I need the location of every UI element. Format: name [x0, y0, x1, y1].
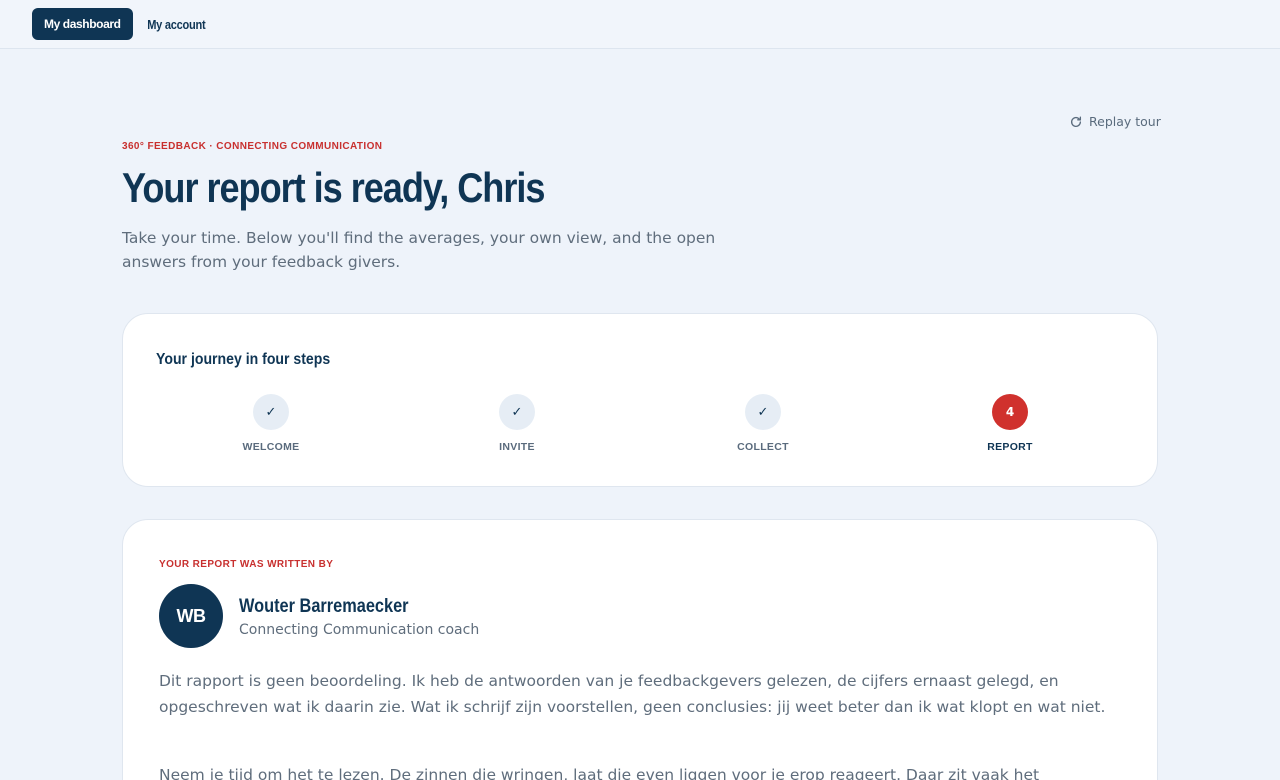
step-report: 4 REPORT — [950, 394, 1070, 453]
step-invite: ✓ INVITE — [457, 394, 577, 453]
refresh-icon — [1070, 116, 1082, 127]
replay-tour-label: Replay tour — [1089, 114, 1161, 129]
replay-tour-button[interactable]: Replay tour — [1069, 114, 1161, 129]
check-icon: ✓ — [745, 394, 781, 430]
top-navigation: My dashboard My account — [0, 0, 1280, 49]
step-collect: ✓ COLLECT — [703, 394, 823, 453]
nav-my-account[interactable]: My account — [137, 8, 216, 40]
author-eyebrow: YOUR REPORT WAS WRITTEN BY — [159, 559, 334, 570]
page-eyebrow: 360° FEEDBACK · CONNECTING COMMUNICATION — [122, 141, 383, 152]
step-label: INVITE — [499, 441, 535, 453]
step-number-badge: 4 — [992, 394, 1028, 430]
nav-my-dashboard[interactable]: My dashboard — [32, 8, 133, 40]
author-card: YOUR REPORT WAS WRITTEN BY WB Wouter Bar… — [122, 519, 1158, 780]
check-icon: ✓ — [253, 394, 289, 430]
step-label: REPORT — [987, 441, 1033, 453]
page-title: Your report is ready, Chris — [122, 164, 545, 211]
step-label: WELCOME — [242, 441, 300, 453]
author-role: Connecting Communication coach — [239, 622, 480, 638]
page-intro: Take your time. Below you'll find the av… — [122, 229, 716, 271]
journey-card: Your journey in four steps ✓ WELCOME ✓ I… — [122, 313, 1158, 487]
author-message-paragraph: Neem je tijd om het te lezen. De zinnen … — [159, 766, 1040, 780]
step-label: COLLECT — [737, 441, 789, 453]
avatar: WB — [159, 584, 223, 648]
author-message-paragraph: Dit rapport is geen beoordeling. Ik heb … — [159, 672, 1106, 716]
check-icon: ✓ — [499, 394, 535, 430]
author-name: Wouter Barremaecker — [239, 596, 409, 617]
journey-title: Your journey in four steps — [156, 351, 331, 368]
step-welcome: ✓ WELCOME — [211, 394, 331, 453]
